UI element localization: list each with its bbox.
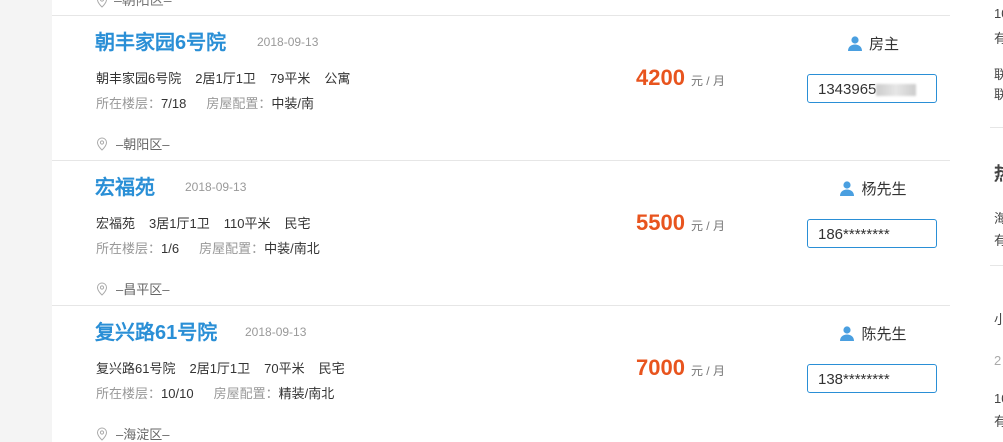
floor-config-line: 所在楼层：10/10 房屋配置：精装/南北 <box>96 383 354 402</box>
phone-number: 186******** <box>818 226 890 243</box>
contact-text: 陈先生 <box>861 326 907 343</box>
sidebar-text: 有 <box>994 233 1003 248</box>
phone-number: 138******** <box>818 371 890 388</box>
room-layout: 2居1厅1卫 <box>195 71 256 86</box>
community-name: 朝丰家园6号院 <box>96 71 182 86</box>
district-line: –朝阳区– <box>96 134 169 153</box>
price-value: 5500 <box>636 210 685 235</box>
floor-value: 7/18 <box>161 96 187 111</box>
price-unit: 元 / 月 <box>690 364 725 378</box>
sidebar-text: 10 <box>994 6 1003 21</box>
config-label: 房屋配置： <box>199 241 265 256</box>
listing-summary: 朝丰家园6号院 2居1厅1卫 79平米 公寓 <box>96 68 364 87</box>
district-text: –海淀区– <box>116 427 170 442</box>
price-unit: 元 / 月 <box>690 219 725 233</box>
phone-box[interactable]: 186******** <box>807 219 937 248</box>
config-value: 精装/南北 <box>278 386 335 401</box>
floor-area: 79平米 <box>269 71 311 86</box>
location-pin-icon <box>96 282 108 296</box>
floor-config-line: 所在楼层：1/6 房屋配置：中装/南北 <box>96 238 340 257</box>
sidebar-text: 有 <box>994 31 1003 46</box>
user-icon <box>847 36 862 51</box>
right-sidebar: 10 有 联 联 热 海 有 小 2 10 有 <box>950 0 1003 442</box>
location-pin-icon <box>96 137 108 151</box>
price: 7000 元 / 月 <box>636 355 725 381</box>
listing-date: 2018-09-13 <box>185 180 247 194</box>
room-layout: 2居1厅1卫 <box>189 361 251 376</box>
config-value: 中装/南北 <box>264 241 320 256</box>
phone-box[interactable]: 1343965 <box>807 74 937 103</box>
contact-name: 杨先生 <box>807 178 939 199</box>
listing-title[interactable]: 复兴路61号院 <box>95 316 217 345</box>
price-unit: 元 / 月 <box>690 74 725 88</box>
sidebar-text[interactable]: 小 <box>994 309 1003 328</box>
config-value: 中装/南 <box>271 96 314 111</box>
listing-item: 宏福苑 2018-09-13 宏福苑 3居1厅1卫 110平米 民宅 所在楼层：1/6… <box>52 160 950 306</box>
sidebar-text: 有 <box>994 414 1003 429</box>
floor-config-line: 所在楼层：7/18 房屋配置：中装/南 <box>96 93 334 112</box>
sidebar-text: 联 <box>994 67 1003 82</box>
phone-box[interactable]: 138******** <box>807 364 937 393</box>
listing-date: 2018-09-13 <box>245 325 307 339</box>
sidebar-divider <box>990 127 1003 128</box>
district-line: –海淀区– <box>96 424 169 442</box>
location-pin-icon <box>97 0 107 8</box>
contact-text: 房主 <box>868 36 899 53</box>
floor-area: 110平米 <box>223 216 271 231</box>
price: 4200 元 / 月 <box>636 65 725 91</box>
floor-area: 70平米 <box>264 361 305 376</box>
district-text: –昌平区– <box>116 282 170 297</box>
user-icon <box>840 181 855 196</box>
district-text: –朝阳区– <box>116 137 170 152</box>
contact-name: 陈先生 <box>807 323 939 344</box>
sidebar-heading: 热 <box>994 160 1003 186</box>
config-label: 房屋配置： <box>213 386 279 401</box>
room-layout: 3居1厅1卫 <box>149 216 210 231</box>
housing-type: 民宅 <box>318 361 345 376</box>
price-value: 7000 <box>636 355 685 380</box>
listing-list: –朝阳区– 朝丰家园6号院 2018-09-13 朝丰家园6号院 2居1厅1卫 79… <box>52 0 950 442</box>
sidebar-text[interactable]: 海 <box>994 208 1003 227</box>
community-name: 宏福苑 <box>96 216 136 231</box>
price-value: 4200 <box>636 65 685 90</box>
floor-value: 10/10 <box>161 386 194 401</box>
sidebar-text: 2 <box>994 353 1002 368</box>
floor-label: 所在楼层： <box>96 386 162 401</box>
listing-summary: 复兴路61号院 2居1厅1卫 70平米 民宅 <box>96 358 359 377</box>
contact-name: 房主 <box>807 33 939 54</box>
floor-value: 1/6 <box>161 241 180 256</box>
community-name: 复兴路61号院 <box>96 361 176 376</box>
phone-number: 1343965 <box>818 81 877 98</box>
sidebar-text[interactable]: 10 <box>994 391 1003 406</box>
location-pin-icon <box>96 427 108 441</box>
sidebar-divider <box>990 265 1003 266</box>
housing-type: 民宅 <box>284 216 311 231</box>
listing-title[interactable]: 朝丰家园6号院 <box>95 26 226 55</box>
district-line: –昌平区– <box>96 279 169 298</box>
housing-type: 公寓 <box>324 71 351 86</box>
listing-item: 复兴路61号院 2018-09-13 复兴路61号院 2居1厅1卫 70平米 民宅 所… <box>52 305 950 442</box>
phone-blur <box>876 84 917 97</box>
price: 5500 元 / 月 <box>636 210 725 236</box>
listing-item: 朝丰家园6号院 2018-09-13 朝丰家园6号院 2居1厅1卫 79平米 公寓 所… <box>52 15 950 161</box>
sidebar-text: 联 <box>994 87 1003 102</box>
floor-label: 所在楼层： <box>96 241 162 256</box>
user-icon <box>840 326 855 341</box>
contact-text: 杨先生 <box>861 181 907 198</box>
config-label: 房屋配置： <box>206 96 272 111</box>
previous-listing-district: –朝阳区– <box>96 0 172 10</box>
listing-title[interactable]: 宏福苑 <box>95 171 155 200</box>
floor-label: 所在楼层： <box>96 96 162 111</box>
previous-district-text: –朝阳区– <box>114 0 172 8</box>
listing-date: 2018-09-13 <box>257 35 319 49</box>
left-margin <box>0 0 52 442</box>
listing-summary: 宏福苑 3居1厅1卫 110平米 民宅 <box>96 213 324 232</box>
